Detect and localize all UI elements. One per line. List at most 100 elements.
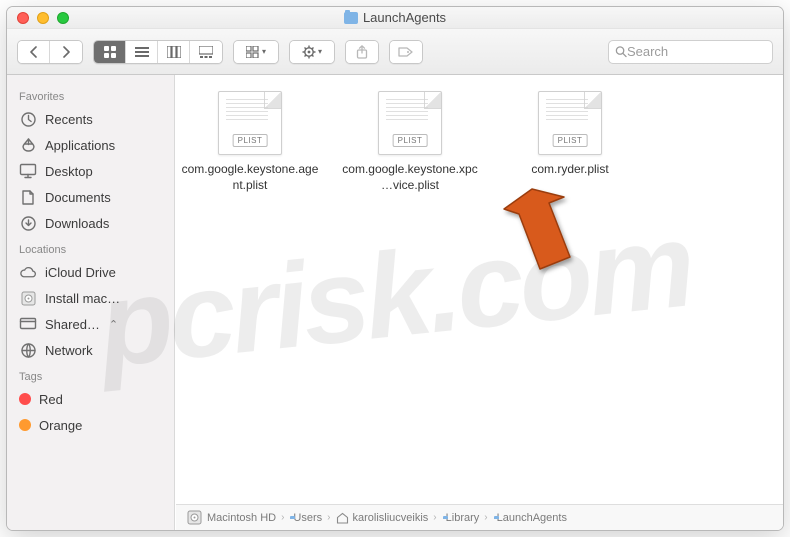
disk-icon (19, 289, 37, 307)
sidebar-item[interactable]: Install mac… (7, 285, 174, 311)
back-button[interactable] (18, 41, 50, 63)
titlebar: LaunchAgents (7, 7, 783, 29)
sidebar-item[interactable]: Network (7, 337, 174, 363)
path-separator-icon: › (484, 512, 487, 523)
file-item[interactable]: PLISTcom.google.keystone.xpc…vice.plist (345, 91, 475, 193)
folder-icon (344, 12, 358, 24)
search-input[interactable] (627, 44, 766, 59)
sidebar-item-label: Install mac… (45, 291, 120, 306)
chevron-down-icon: ▾ (318, 47, 322, 56)
path-segment[interactable]: LaunchAgents (493, 512, 567, 524)
arrange-button[interactable]: ▾ (234, 41, 278, 63)
file-item[interactable]: PLISTcom.google.keystone.agent.plist (185, 91, 315, 193)
file-type-badge: PLIST (393, 134, 428, 147)
path-label: Macintosh HD (207, 512, 276, 524)
content-area[interactable]: PLISTcom.google.keystone.agent.plistPLIS… (175, 75, 783, 530)
file-grid: PLISTcom.google.keystone.agent.plistPLIS… (185, 91, 773, 193)
expand-icon[interactable]: ⌃ (109, 318, 118, 331)
traffic-lights (7, 12, 69, 24)
path-label: Library (446, 512, 480, 524)
chevron-down-icon: ▾ (262, 47, 266, 56)
finder-window: LaunchAgents (6, 6, 784, 531)
minimize-button[interactable] (37, 12, 49, 24)
nav-group (17, 40, 83, 64)
sidebar-item[interactable]: Orange (7, 412, 174, 438)
shared-icon (19, 315, 37, 333)
sidebar-item-label: Recents (45, 112, 93, 127)
path-bar: Macintosh HD › Users › karolisliucveikis › Lib… (176, 504, 783, 530)
sidebar-item[interactable]: Applications (7, 132, 174, 158)
path-label: Users (293, 512, 322, 524)
documents-icon (19, 188, 37, 206)
home-icon (336, 512, 349, 524)
list-view-button[interactable] (126, 41, 158, 63)
sidebar-item-label: Red (39, 392, 63, 407)
path-separator-icon: › (281, 512, 284, 523)
file-type-badge: PLIST (553, 134, 588, 147)
sidebar-section-title: Locations (7, 236, 174, 259)
sidebar-item[interactable]: iCloud Drive (7, 259, 174, 285)
search-field-wrap[interactable] (608, 40, 773, 64)
forward-button[interactable] (50, 41, 82, 63)
file-type-badge: PLIST (233, 134, 268, 147)
plist-file-icon: PLIST (218, 91, 282, 155)
clock-icon (19, 110, 37, 128)
tag-dot-icon (19, 419, 31, 431)
icon-view-button[interactable] (94, 41, 126, 63)
path-label: LaunchAgents (497, 512, 567, 524)
tag-dot-icon (19, 393, 31, 405)
gallery-view-button[interactable] (190, 41, 222, 63)
arrange-group: ▾ (233, 40, 279, 64)
toolbar: ▾ ▾ (7, 29, 783, 75)
disk-icon (186, 509, 203, 526)
desktop-icon (19, 162, 37, 180)
sidebar-section-title: Favorites (7, 83, 174, 106)
tags-button[interactable] (390, 41, 422, 63)
action-group: ▾ (289, 40, 335, 64)
path-segment[interactable]: Users (289, 512, 322, 524)
sidebar-item-label: Downloads (45, 216, 109, 231)
path-label: karolisliucveikis (353, 512, 429, 524)
close-button[interactable] (17, 12, 29, 24)
path-segment[interactable]: Macintosh HD (186, 509, 276, 526)
path-segment[interactable]: Library (442, 512, 480, 524)
downloads-icon (19, 214, 37, 232)
file-label: com.google.keystone.xpc…vice.plist (340, 161, 480, 193)
column-view-button[interactable] (158, 41, 190, 63)
apps-icon (19, 136, 37, 154)
path-separator-icon: › (327, 512, 330, 523)
share-group (345, 40, 379, 64)
sidebar-item-label: Desktop (45, 164, 93, 179)
window-title-text: LaunchAgents (363, 10, 446, 25)
window-title: LaunchAgents (7, 10, 783, 25)
sidebar-item[interactable]: Documents (7, 184, 174, 210)
plist-file-icon: PLIST (378, 91, 442, 155)
sidebar-item-label: iCloud Drive (45, 265, 116, 280)
sidebar-item[interactable]: Recents (7, 106, 174, 132)
path-separator-icon: › (433, 512, 436, 523)
tags-group (389, 40, 423, 64)
search-icon (615, 45, 627, 58)
sidebar-section-title: Tags (7, 363, 174, 386)
sidebar-item[interactable]: Desktop (7, 158, 174, 184)
sidebar-item-label: Network (45, 343, 93, 358)
icloud-icon (19, 263, 37, 281)
view-group (93, 40, 223, 64)
sidebar: Favorites Recents Applications Desktop Docum… (7, 75, 175, 530)
plist-file-icon: PLIST (538, 91, 602, 155)
sidebar-item[interactable]: Shared… ⌃ (7, 311, 174, 337)
sidebar-item-label: Applications (45, 138, 115, 153)
path-segment[interactable]: karolisliucveikis (336, 512, 429, 524)
maximize-button[interactable] (57, 12, 69, 24)
window-body: Favorites Recents Applications Desktop Docum… (7, 75, 783, 530)
action-button[interactable]: ▾ (290, 41, 334, 63)
file-item[interactable]: PLISTcom.ryder.plist (505, 91, 635, 193)
file-label: com.ryder.plist (500, 161, 640, 177)
sidebar-item[interactable]: Red (7, 386, 174, 412)
network-icon (19, 341, 37, 359)
sidebar-item-label: Documents (45, 190, 111, 205)
sidebar-item-label: Shared… (45, 317, 100, 332)
file-label: com.google.keystone.agent.plist (180, 161, 320, 193)
share-button[interactable] (346, 41, 378, 63)
sidebar-item[interactable]: Downloads (7, 210, 174, 236)
